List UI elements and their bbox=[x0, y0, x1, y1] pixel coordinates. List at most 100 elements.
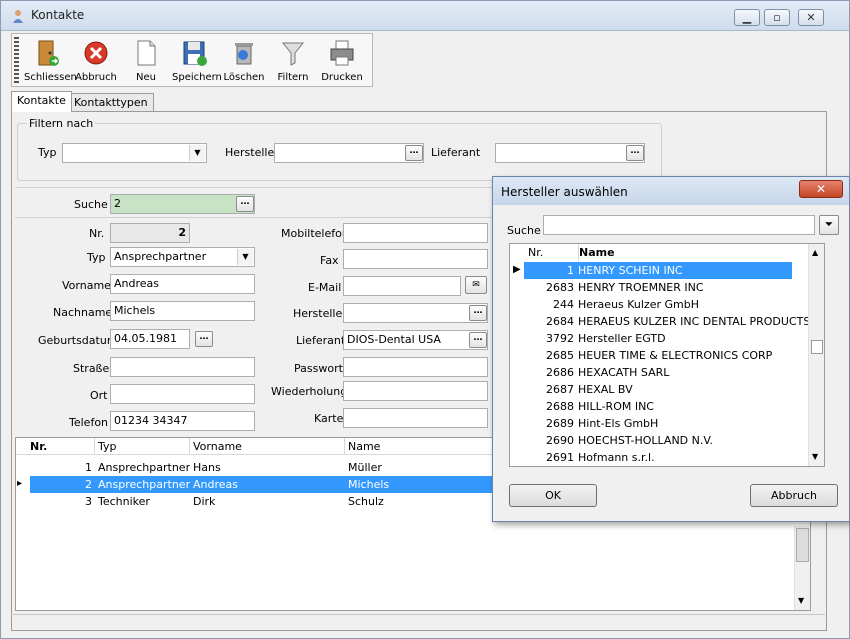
trash-icon bbox=[229, 38, 259, 68]
filter-hersteller-field[interactable] bbox=[274, 143, 424, 163]
dialog-title: Hersteller auswählen bbox=[501, 185, 628, 199]
filter-typ-select[interactable]: ▼ bbox=[62, 143, 207, 163]
list-item[interactable]: 2690 HOECHST-HOLLAND N.V. bbox=[524, 432, 792, 449]
search-browse-button[interactable]: … bbox=[236, 196, 254, 212]
scrollbar-thumb[interactable] bbox=[811, 340, 823, 354]
printer-icon bbox=[327, 38, 357, 68]
list-item[interactable]: 2691 Hofmann s.r.l. bbox=[524, 449, 792, 466]
abbruch-button[interactable]: Abbruch bbox=[74, 36, 118, 86]
list-item[interactable]: 1 HENRY SCHEIN INC bbox=[524, 262, 792, 279]
dialog-filter-button[interactable]: ⏷ bbox=[819, 215, 839, 235]
tab-kontakte[interactable]: Kontakte bbox=[11, 91, 72, 112]
form-lieferant-browse-button[interactable]: … bbox=[469, 332, 487, 348]
table-row[interactable]: 1 Ansprechpartner Hans Müller bbox=[16, 459, 496, 476]
passwort-label: Passwort bbox=[294, 362, 343, 375]
strasse-input[interactable] bbox=[110, 357, 255, 377]
telefon-input[interactable]: 01234 34347 bbox=[110, 411, 255, 431]
mobil-input[interactable] bbox=[343, 223, 488, 243]
vorname-label: Vorname bbox=[62, 279, 111, 292]
grid-header-vorname[interactable]: Vorname bbox=[190, 438, 345, 455]
geburtsdatum-input[interactable]: 04.05.1981 bbox=[110, 329, 190, 349]
form-lieferant-field[interactable]: DIOS-Dental USA bbox=[343, 330, 488, 350]
dialog-ok-button[interactable]: OK bbox=[509, 484, 597, 507]
filtern-button[interactable]: Filtern bbox=[272, 36, 314, 86]
schliessen-button[interactable]: Schliessen bbox=[24, 36, 77, 86]
list-item[interactable]: 3792 Hersteller EGTD bbox=[524, 330, 792, 347]
geburtsdatum-label: Geburtsdatum bbox=[38, 334, 118, 347]
grid-scrollbar[interactable]: ▼ bbox=[794, 526, 810, 610]
minimize-button[interactable]: ▁ bbox=[734, 9, 760, 26]
nachname-input[interactable]: Michels bbox=[110, 301, 255, 321]
date-picker-button[interactable]: … bbox=[195, 331, 213, 347]
toolbar-grip[interactable] bbox=[14, 37, 19, 83]
list-item[interactable]: 2687 HEXAL BV bbox=[524, 381, 792, 398]
loeschen-button[interactable]: Löschen bbox=[222, 36, 266, 86]
list-item-nr: 2687 bbox=[546, 383, 574, 396]
send-mail-button[interactable]: ✉ bbox=[465, 276, 487, 294]
list-item[interactable]: 2689 Hint-Els GmbH bbox=[524, 415, 792, 432]
scroll-down-icon[interactable]: ▼ bbox=[812, 452, 818, 461]
ort-input[interactable] bbox=[110, 384, 255, 404]
filter-lieferant-browse-button[interactable]: … bbox=[626, 145, 644, 161]
filter-hersteller-browse-button[interactable]: … bbox=[405, 145, 423, 161]
list-item[interactable]: 2688 HILL-ROM INC bbox=[524, 398, 792, 415]
table-row[interactable]: 3 Techniker Dirk Schulz bbox=[16, 493, 496, 510]
list-item[interactable]: 2685 HEUER TIME & ELECTRONICS CORP bbox=[524, 347, 792, 364]
row-nr: 2 bbox=[85, 478, 92, 491]
passwort-input[interactable] bbox=[343, 357, 488, 377]
list-item[interactable]: 2684 HERAEUS KULZER INC DENTAL PRODUCTS G bbox=[524, 313, 822, 330]
karte-input[interactable] bbox=[343, 408, 488, 428]
filter-lieferant-field[interactable] bbox=[495, 143, 645, 163]
dialog-close-button[interactable]: ✕ bbox=[799, 180, 843, 198]
grid-header-nr[interactable]: Nr. bbox=[16, 438, 95, 455]
dialog-list-scrollbar[interactable]: ▲ ▼ bbox=[808, 244, 824, 466]
filtern-label: Filtern bbox=[277, 72, 309, 83]
vorname-value: Andreas bbox=[114, 277, 159, 290]
scroll-up-icon[interactable]: ▲ bbox=[812, 248, 818, 257]
form-hersteller-browse-button[interactable]: … bbox=[469, 305, 487, 321]
form-hersteller-field[interactable] bbox=[343, 303, 488, 323]
grid-header-name[interactable]: Name bbox=[345, 438, 496, 455]
list-item-name: Heraeus Kulzer GmbH bbox=[578, 298, 700, 311]
close-icon: ✕ bbox=[806, 11, 816, 24]
list-item[interactable]: 244 Heraeus Kulzer GmbH bbox=[524, 296, 792, 313]
nachname-label: Nachname bbox=[53, 306, 113, 319]
vorname-input[interactable]: Andreas bbox=[110, 274, 255, 294]
chevron-down-icon[interactable]: ▼ bbox=[189, 145, 205, 161]
scrollbar-thumb[interactable] bbox=[796, 528, 809, 562]
wiederholung-input[interactable] bbox=[343, 381, 488, 401]
table-row[interactable]: 2 Ansprechpartner Andreas Michels bbox=[30, 476, 496, 493]
typ-select[interactable]: Ansprechpartner ▼ bbox=[110, 247, 255, 267]
neu-button[interactable]: Neu bbox=[126, 36, 166, 86]
tab-kontakttypen[interactable]: Kontakttypen bbox=[68, 93, 154, 111]
list-item[interactable]: 2683 HENRY TROEMNER INC bbox=[524, 279, 792, 296]
email-input[interactable] bbox=[343, 276, 461, 296]
list-header-name[interactable]: Name bbox=[578, 244, 792, 261]
chevron-down-icon[interactable]: ▼ bbox=[237, 249, 253, 265]
divider bbox=[15, 217, 495, 218]
search-input[interactable]: 2 bbox=[110, 194, 255, 214]
list-header-nr[interactable]: Nr. bbox=[524, 244, 574, 261]
dialog-abbruch-button[interactable]: Abbruch bbox=[750, 484, 838, 507]
list-item-nr: 244 bbox=[553, 298, 574, 311]
maximize-button[interactable]: ▫ bbox=[764, 9, 790, 26]
save-disk-icon bbox=[179, 38, 209, 68]
exit-door-icon bbox=[32, 38, 62, 68]
scroll-down-icon[interactable]: ▼ bbox=[798, 596, 804, 605]
list-item[interactable]: 2686 HEXACATH SARL bbox=[524, 364, 792, 381]
list-item-name: HENRY TROEMNER INC bbox=[578, 281, 704, 294]
list-item-name: Hint-Els GmbH bbox=[578, 417, 659, 430]
telefon-value: 01234 34347 bbox=[114, 414, 188, 427]
list-item-nr: 2691 bbox=[546, 451, 574, 464]
dialog-title-bar: Hersteller auswählen ✕ bbox=[493, 177, 849, 205]
hersteller-list: Nr. Name ▶ 1 HENRY SCHEIN INC 2683 HENRY T… bbox=[509, 243, 825, 467]
fax-input[interactable] bbox=[343, 249, 488, 269]
fax-label: Fax bbox=[320, 254, 339, 267]
list-item-nr: 2690 bbox=[546, 434, 574, 447]
speichern-button[interactable]: Speichern bbox=[172, 36, 222, 86]
close-button[interactable]: ✕ bbox=[798, 9, 824, 26]
dialog-search-input[interactable] bbox=[543, 215, 815, 235]
drucken-button[interactable]: Drucken bbox=[320, 36, 364, 86]
grid-header-typ[interactable]: Typ bbox=[95, 438, 190, 455]
list-item-name: Hofmann s.r.l. bbox=[578, 451, 655, 464]
